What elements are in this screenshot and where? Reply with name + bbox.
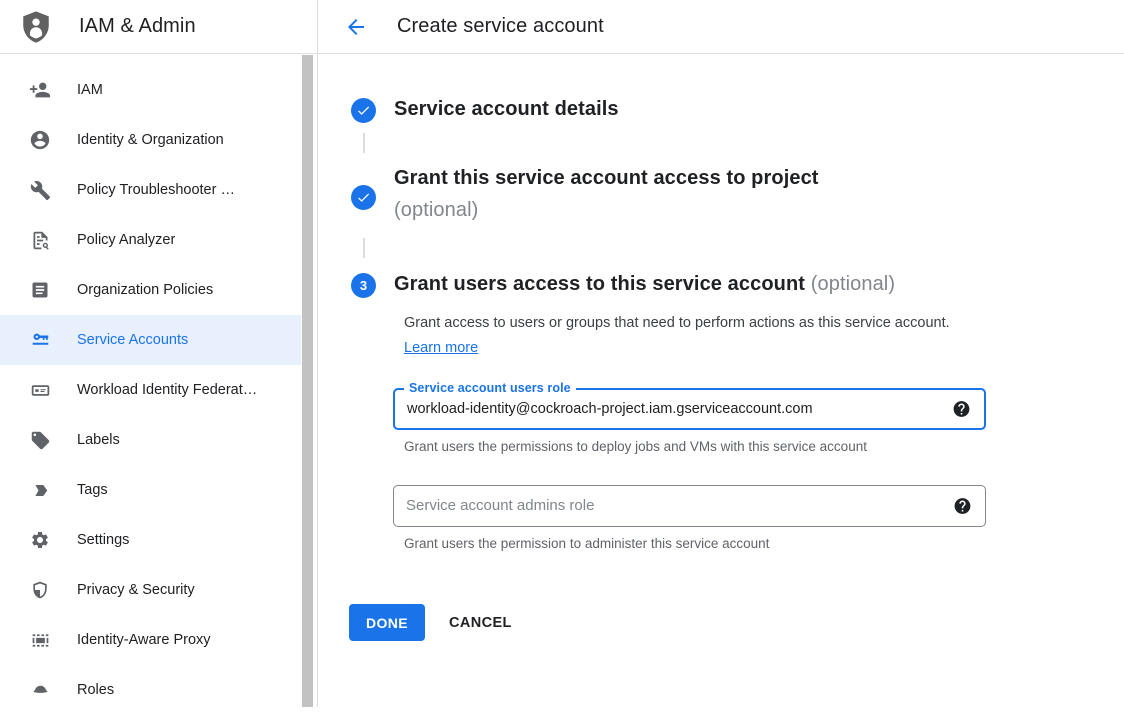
- sidebar-item-label: Service Accounts: [77, 332, 188, 348]
- sidebar-item-roles[interactable]: Roles: [0, 665, 301, 715]
- sidebar-header: IAM & Admin: [0, 0, 317, 54]
- sidebar-item-label: Workload Identity Federat…: [77, 382, 257, 398]
- done-button[interactable]: DONE: [349, 604, 425, 641]
- product-title: IAM & Admin: [79, 15, 196, 38]
- sidebar-item-label: Organization Policies: [77, 282, 213, 298]
- policy-analyzer-icon: [28, 228, 52, 252]
- sidebar-item-settings[interactable]: Settings: [0, 515, 301, 565]
- admins-role-helper-text: Grant users the permission to administer…: [404, 536, 769, 551]
- main-panel: Create service account Service account d…: [318, 0, 1124, 707]
- step3-description: Grant access to users or groups that nee…: [404, 311, 954, 361]
- sidebar-scrollbar-track: [301, 55, 314, 707]
- sidebar-item-iam[interactable]: IAM: [0, 65, 301, 115]
- sidebar-item-label: Roles: [77, 682, 114, 698]
- admins-role-field: [393, 485, 986, 527]
- document-list-icon: [28, 278, 52, 302]
- help-icon[interactable]: [953, 497, 972, 516]
- sidebar-item-policy-troubleshooter[interactable]: Policy Troubleshooter …: [0, 165, 301, 215]
- admins-role-input[interactable]: [394, 486, 985, 526]
- sidebar-item-organization-policies[interactable]: Organization Policies: [0, 265, 301, 315]
- label-tag-icon: [28, 428, 52, 452]
- sidebar-item-identity-organization[interactable]: Identity & Organization: [0, 115, 301, 165]
- gear-icon: [28, 528, 52, 552]
- step3-title[interactable]: Grant users access to this service accou…: [394, 273, 895, 296]
- sidebar-item-label: Privacy & Security: [77, 582, 195, 598]
- step2-title[interactable]: Grant this service account access to pro…: [394, 167, 819, 222]
- iam-shield-logo-icon: [17, 6, 55, 48]
- sidebar-item-label: Tags: [77, 482, 108, 498]
- back-arrow-icon[interactable]: [344, 15, 368, 39]
- account-circle-icon: [28, 128, 52, 152]
- cancel-button[interactable]: CANCEL: [449, 604, 512, 641]
- create-sa-form: Service account details Grant this servi…: [318, 54, 1124, 707]
- page-title: Create service account: [397, 15, 604, 38]
- sidebar-item-privacy-security[interactable]: Privacy & Security: [0, 565, 301, 615]
- sidebar-item-identity-aware-proxy[interactable]: Identity-Aware Proxy: [0, 615, 301, 665]
- hat-icon: [28, 678, 52, 702]
- shield-icon: [28, 578, 52, 602]
- sidebar: IAM & Admin IAM Identity & Organization …: [0, 0, 318, 707]
- sidebar-item-workload-identity-federation[interactable]: Workload Identity Federat…: [0, 365, 301, 415]
- sidebar-scrollbar-thumb[interactable]: [302, 55, 313, 707]
- users-role-input[interactable]: [395, 390, 984, 428]
- step1-complete-icon: [351, 98, 376, 123]
- sidebar-nav: IAM Identity & Organization Policy Troub…: [0, 54, 301, 715]
- help-icon[interactable]: [952, 400, 971, 419]
- sidebar-item-label: Identity-Aware Proxy: [77, 632, 211, 648]
- sidebar-item-label: Policy Troubleshooter …: [77, 182, 235, 198]
- service-account-key-icon: [28, 328, 52, 352]
- step2-optional-label: (optional): [394, 199, 819, 222]
- sidebar-item-service-accounts[interactable]: Service Accounts: [0, 315, 301, 365]
- step2-complete-icon: [351, 185, 376, 210]
- page-topbar: Create service account: [318, 0, 1124, 54]
- step3-optional-label: (optional): [811, 273, 895, 295]
- proxy-icon: [28, 628, 52, 652]
- learn-more-link[interactable]: Learn more: [404, 340, 478, 356]
- wrench-icon: [28, 178, 52, 202]
- sidebar-item-label: Identity & Organization: [77, 132, 224, 148]
- sidebar-item-label: Policy Analyzer: [77, 232, 175, 248]
- step-connector: [363, 133, 365, 153]
- sidebar-item-label: Labels: [77, 432, 120, 448]
- users-role-helper-text: Grant users the permissions to deploy jo…: [404, 439, 867, 454]
- sidebar-item-policy-analyzer[interactable]: Policy Analyzer: [0, 215, 301, 265]
- sidebar-item-label: IAM: [77, 82, 103, 98]
- person-add-icon: [28, 78, 52, 102]
- badge-icon: [28, 378, 52, 402]
- sidebar-item-label: Settings: [77, 532, 129, 548]
- tag-arrow-icon: [28, 478, 52, 502]
- step-connector: [363, 238, 365, 258]
- step1-title[interactable]: Service account details: [394, 98, 619, 121]
- step3-number-badge: 3: [351, 273, 376, 298]
- sidebar-item-tags[interactable]: Tags: [0, 465, 301, 515]
- users-role-field: Service account users role: [393, 388, 986, 430]
- sidebar-item-labels[interactable]: Labels: [0, 415, 301, 465]
